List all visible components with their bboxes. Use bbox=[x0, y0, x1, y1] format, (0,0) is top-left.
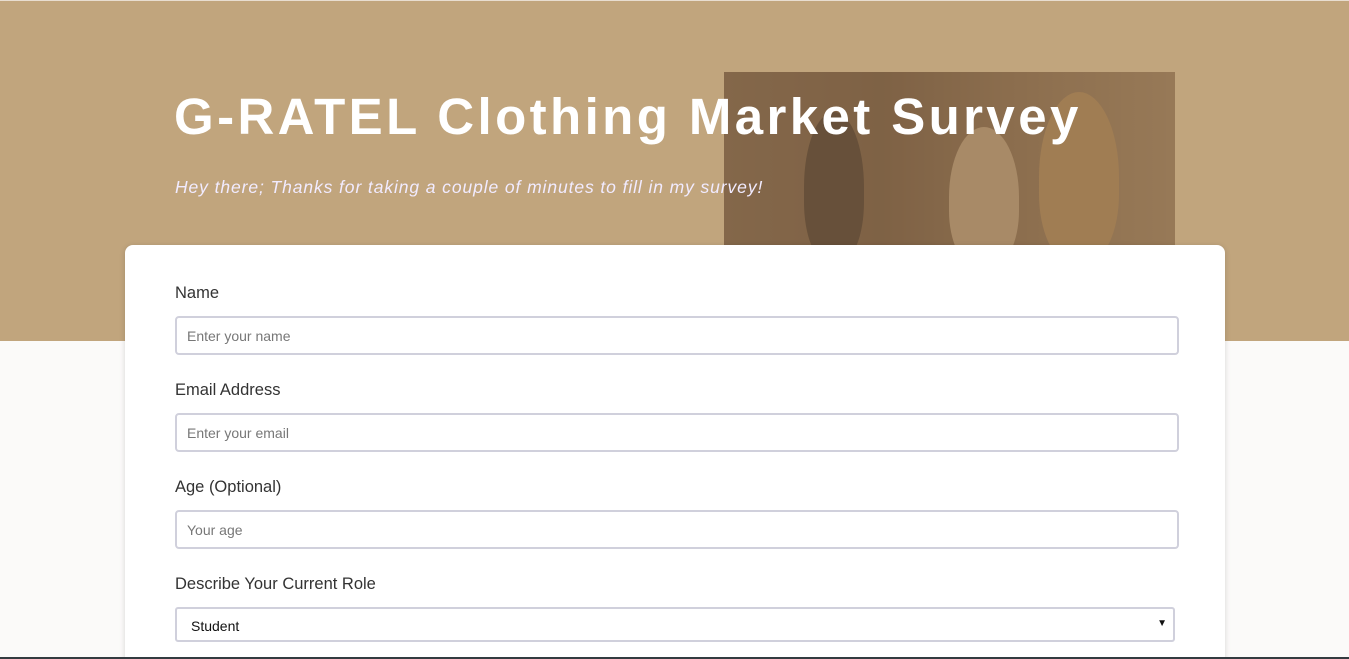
role-label: Describe Your Current Role bbox=[175, 575, 376, 593]
role-select[interactable]: Student ▼ bbox=[175, 607, 1175, 642]
age-label: Age (Optional) bbox=[175, 478, 282, 496]
email-label: Email Address bbox=[175, 381, 281, 399]
chevron-down-icon: ▼ bbox=[1157, 618, 1167, 629]
page-title: G-RATEL Clothing Market Survey bbox=[174, 88, 1082, 145]
survey-page: G-RATEL Clothing Market Survey Hey there… bbox=[0, 0, 1349, 659]
age-input[interactable] bbox=[175, 510, 1179, 549]
name-input[interactable] bbox=[175, 316, 1179, 355]
page-subtitle: Hey there; Thanks for taking a couple of… bbox=[175, 177, 764, 197]
survey-form: Name Email Address Age (Optional) Descri… bbox=[125, 245, 1225, 659]
name-label: Name bbox=[175, 284, 220, 302]
role-select-value: Student bbox=[191, 618, 240, 634]
email-input[interactable] bbox=[175, 413, 1179, 452]
